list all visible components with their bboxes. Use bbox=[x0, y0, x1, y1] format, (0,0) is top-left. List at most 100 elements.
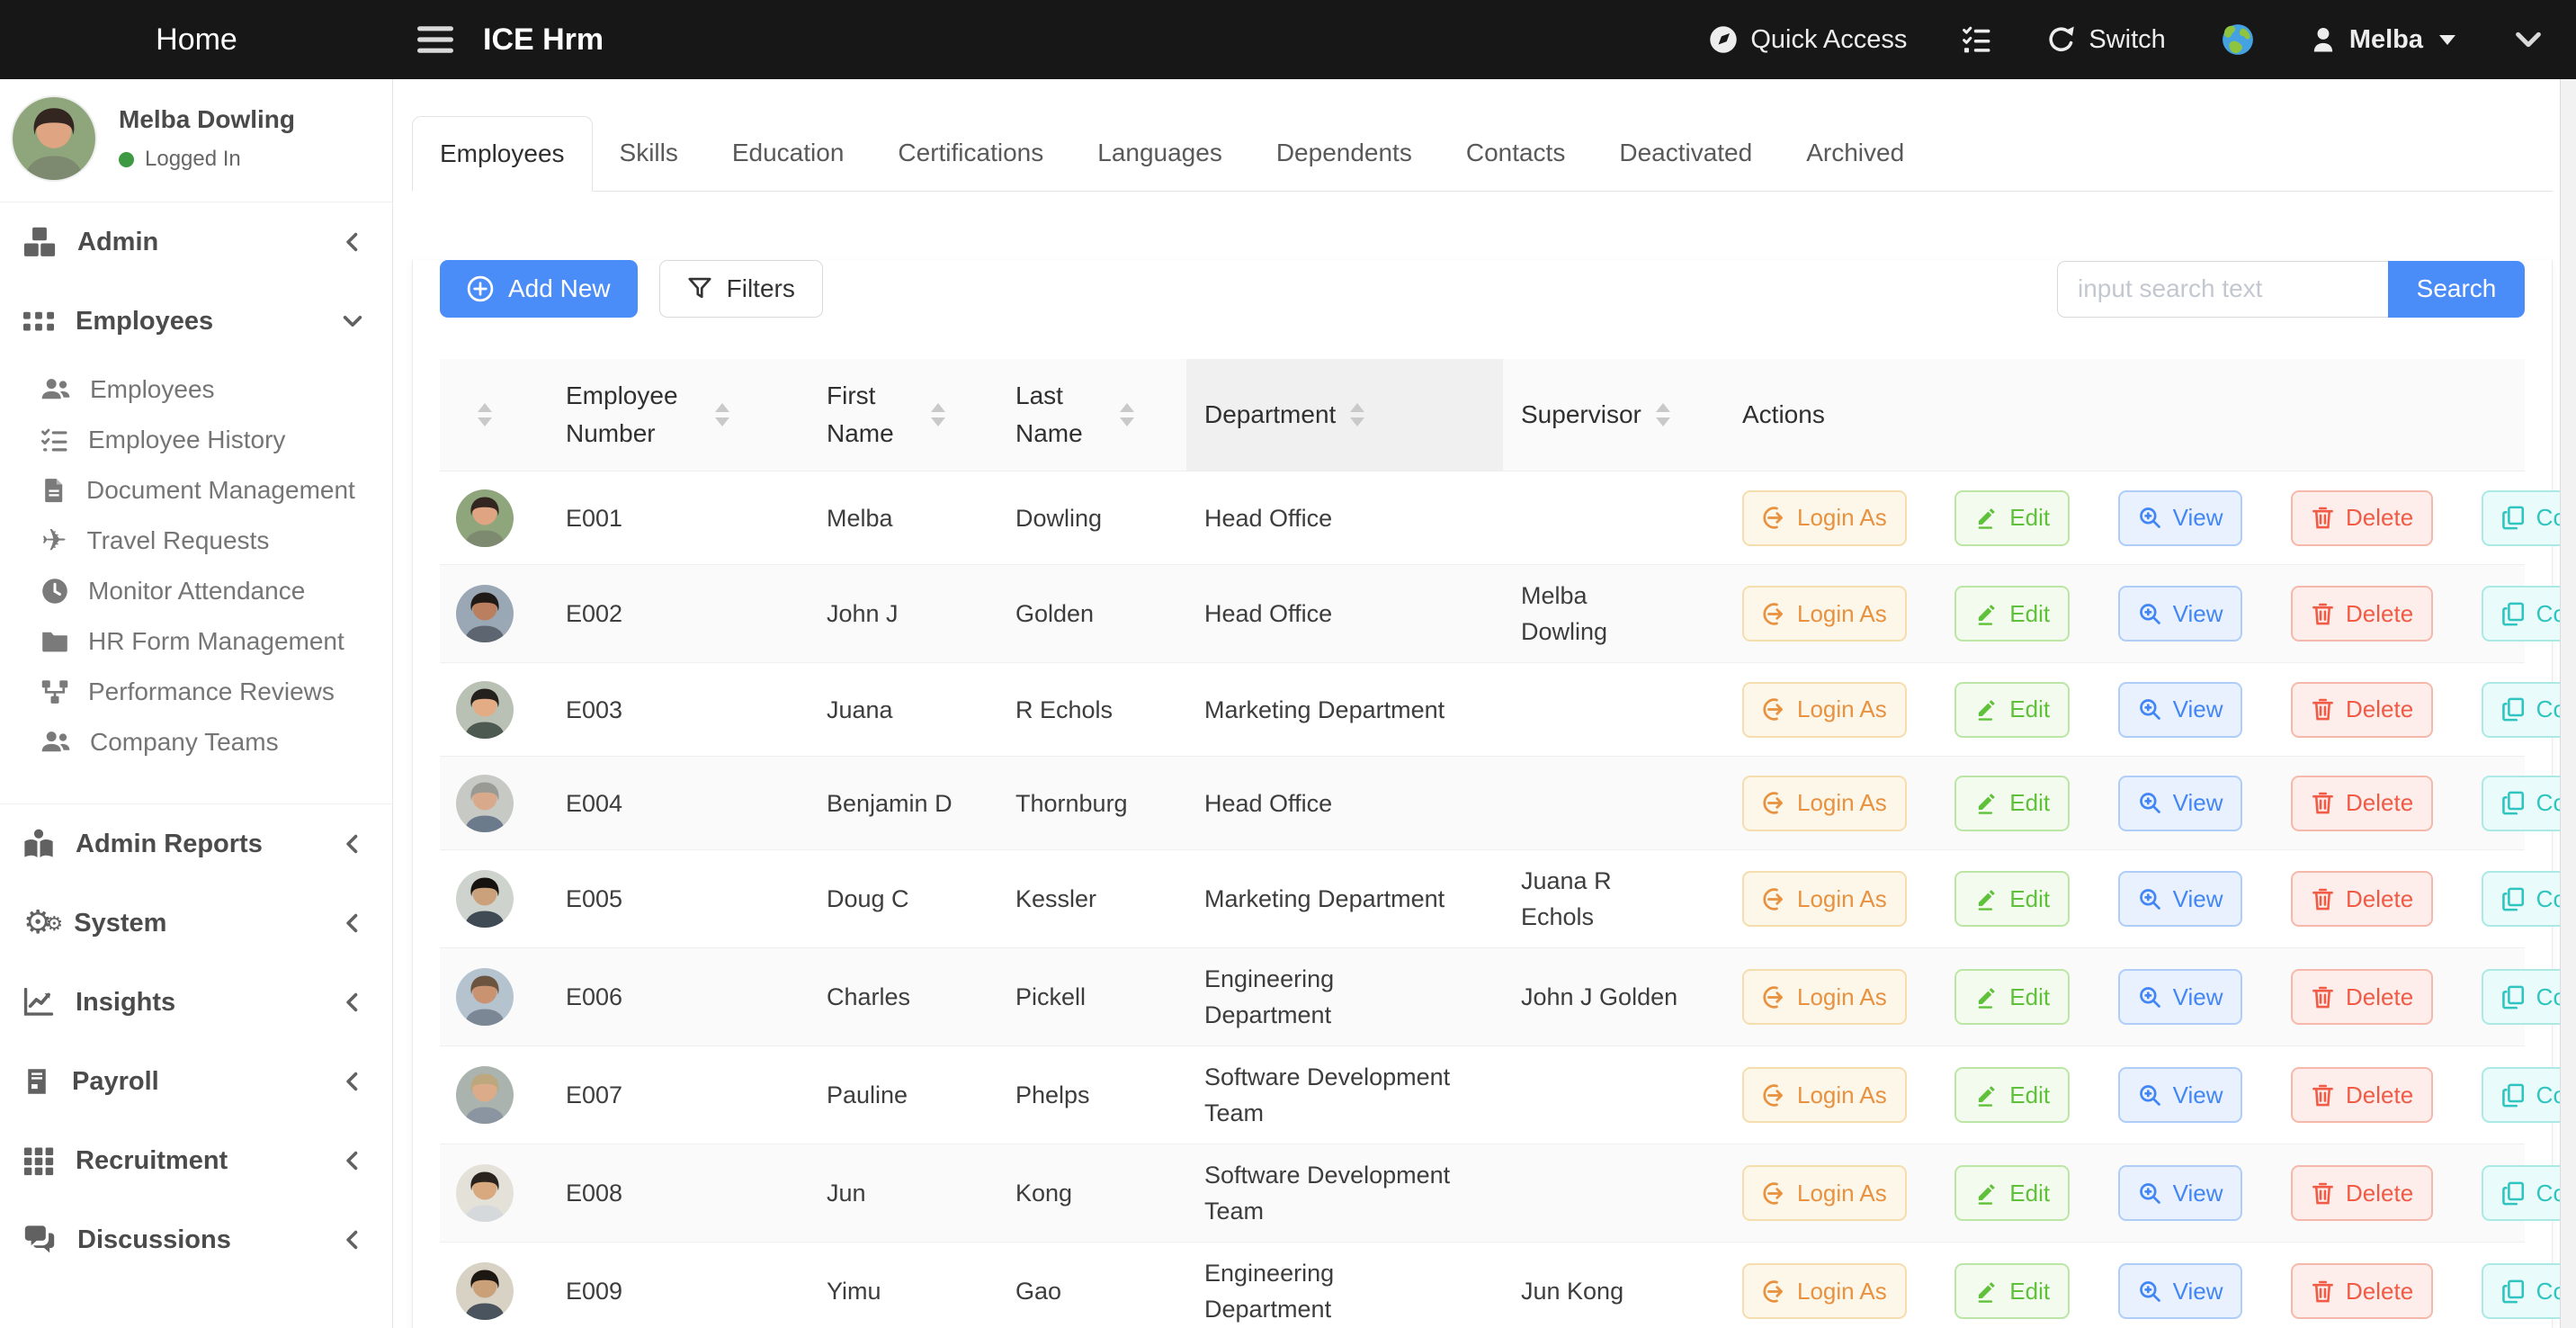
edit-button[interactable]: Edit bbox=[1954, 1067, 2070, 1123]
chevron-left-icon bbox=[340, 831, 365, 857]
delete-button[interactable]: Delete bbox=[2291, 1067, 2433, 1123]
view-button[interactable]: View bbox=[2118, 1263, 2243, 1319]
delete-button[interactable]: Delete bbox=[2291, 490, 2433, 546]
view-button[interactable]: View bbox=[2118, 776, 2243, 831]
search-input[interactable] bbox=[2057, 261, 2388, 318]
tab-contacts[interactable]: Contacts bbox=[1439, 115, 1593, 191]
submenu-item-employee-history[interactable]: Employee History bbox=[0, 415, 392, 465]
login-as-button[interactable]: Login As bbox=[1742, 490, 1907, 546]
submenu-item-monitor-attendance[interactable]: Monitor Attendance bbox=[0, 566, 392, 616]
edit-button[interactable]: Edit bbox=[1954, 1165, 2070, 1221]
login-icon bbox=[1762, 697, 1786, 722]
switch-button[interactable]: Switch bbox=[2047, 25, 2165, 55]
view-button[interactable]: View bbox=[2118, 490, 2243, 546]
sidebar-item-admin-reports[interactable]: Admin Reports bbox=[0, 804, 392, 884]
tasks-button[interactable] bbox=[1963, 25, 1991, 54]
page-scrollbar[interactable] bbox=[2560, 79, 2576, 1328]
tab-employees[interactable]: Employees bbox=[412, 116, 593, 192]
login-as-button[interactable]: Login As bbox=[1742, 586, 1907, 642]
edit-button[interactable]: Edit bbox=[1954, 490, 2070, 546]
view-button[interactable]: View bbox=[2118, 969, 2243, 1025]
sidebar-item-insights[interactable]: Insights bbox=[0, 963, 392, 1042]
navbar-collapse-chevron-icon[interactable] bbox=[2511, 22, 2545, 57]
login-as-button[interactable]: Login As bbox=[1742, 969, 1907, 1025]
login-as-button[interactable]: Login As bbox=[1742, 1263, 1907, 1319]
nav-home-link[interactable]: Home bbox=[156, 22, 237, 58]
login-as-button[interactable]: Login As bbox=[1742, 682, 1907, 738]
language-globe-button[interactable] bbox=[2222, 23, 2254, 56]
search-button[interactable]: Search bbox=[2388, 261, 2525, 318]
column-header-first-name[interactable]: First Name bbox=[800, 359, 988, 471]
sidebar-item-recruitment[interactable]: Recruitment bbox=[0, 1121, 392, 1200]
copy-icon bbox=[2501, 697, 2526, 722]
column-header-avatar[interactable] bbox=[440, 359, 530, 471]
login-as-button[interactable]: Login As bbox=[1742, 1165, 1907, 1221]
supervisor-cell bbox=[1503, 1144, 1728, 1243]
view-button[interactable]: View bbox=[2118, 1067, 2243, 1123]
edit-button[interactable]: Edit bbox=[1954, 1263, 2070, 1319]
tab-education[interactable]: Education bbox=[705, 115, 872, 191]
delete-button[interactable]: Delete bbox=[2291, 776, 2433, 831]
employee-number-cell: E001 bbox=[530, 471, 800, 565]
submenu-item-label: Employee History bbox=[88, 426, 285, 454]
pencil-icon bbox=[1974, 506, 1999, 530]
view-button[interactable]: View bbox=[2118, 682, 2243, 738]
column-header-employee-number[interactable]: Employee Number bbox=[530, 359, 800, 471]
sidebar-item-discussions[interactable]: Discussions bbox=[0, 1200, 392, 1279]
sidebar-item-label: Discussions bbox=[77, 1225, 231, 1255]
view-button[interactable]: View bbox=[2118, 1165, 2243, 1221]
table-row: E001 Melba Dowling Head Office Login As … bbox=[440, 471, 2525, 565]
user-menu[interactable]: Melba bbox=[2310, 25, 2455, 55]
tab-dependents[interactable]: Dependents bbox=[1249, 115, 1439, 191]
quick-access-button[interactable]: Quick Access bbox=[1709, 25, 1907, 55]
department-cell: Head Office bbox=[1186, 565, 1503, 663]
tab-archived[interactable]: Archived bbox=[1779, 115, 1931, 191]
submenu-item-document-management[interactable]: Document Management bbox=[0, 465, 392, 516]
login-icon bbox=[1762, 1181, 1786, 1206]
edit-button[interactable]: Edit bbox=[1954, 586, 2070, 642]
sidebar-item-system[interactable]: ⚙⚙ System bbox=[0, 884, 392, 963]
login-as-button[interactable]: Login As bbox=[1742, 776, 1907, 831]
delete-button[interactable]: Delete bbox=[2291, 1165, 2433, 1221]
sidebar-item-admin[interactable]: Admin bbox=[0, 202, 392, 282]
add-new-button[interactable]: Add New bbox=[440, 260, 638, 318]
delete-button[interactable]: Delete bbox=[2291, 682, 2433, 738]
delete-button[interactable]: Delete bbox=[2291, 586, 2433, 642]
trash-icon bbox=[2311, 1181, 2335, 1206]
sidebar-item-employees[interactable]: Employees bbox=[0, 282, 392, 361]
submenu-item-employees[interactable]: Employees bbox=[0, 364, 392, 415]
view-button[interactable]: View bbox=[2118, 586, 2243, 642]
submenu-item-hr-form-management[interactable]: HR Form Management bbox=[0, 616, 392, 667]
tab-certifications[interactable]: Certifications bbox=[871, 115, 1070, 191]
tab-deactivated[interactable]: Deactivated bbox=[1592, 115, 1779, 191]
tab-skills[interactable]: Skills bbox=[593, 115, 705, 191]
navbar-left: Home bbox=[0, 22, 393, 58]
view-button[interactable]: View bbox=[2118, 871, 2243, 927]
login-icon bbox=[1762, 1083, 1786, 1108]
delete-button[interactable]: Delete bbox=[2291, 969, 2433, 1025]
edit-button[interactable]: Edit bbox=[1954, 969, 2070, 1025]
login-as-button[interactable]: Login As bbox=[1742, 1067, 1907, 1123]
column-header-last-name[interactable]: Last Name bbox=[988, 359, 1186, 471]
submenu-item-performance-reviews[interactable]: Performance Reviews bbox=[0, 667, 392, 717]
column-header-department[interactable]: Department bbox=[1186, 359, 1503, 471]
filters-button[interactable]: Filters bbox=[659, 260, 823, 318]
delete-button[interactable]: Delete bbox=[2291, 1263, 2433, 1319]
edit-button[interactable]: Edit bbox=[1954, 776, 2070, 831]
tab-languages[interactable]: Languages bbox=[1070, 115, 1249, 191]
main-content: Employees Skills Education Certification… bbox=[393, 79, 2576, 1328]
login-as-button[interactable]: Login As bbox=[1742, 871, 1907, 927]
sort-icon bbox=[715, 403, 729, 426]
pencil-icon bbox=[1974, 1279, 1999, 1304]
avatar-cell bbox=[440, 948, 530, 1046]
column-header-supervisor[interactable]: Supervisor bbox=[1503, 359, 1728, 471]
edit-button[interactable]: Edit bbox=[1954, 871, 2070, 927]
hamburger-icon[interactable] bbox=[415, 22, 456, 58]
edit-button[interactable]: Edit bbox=[1954, 682, 2070, 738]
submenu-item-company-teams[interactable]: Company Teams bbox=[0, 717, 392, 767]
status-label: Logged In bbox=[145, 147, 241, 172]
submenu-item-travel-requests[interactable]: ✈ Travel Requests bbox=[0, 516, 392, 566]
delete-button[interactable]: Delete bbox=[2291, 871, 2433, 927]
magnifier-icon bbox=[2138, 985, 2162, 1009]
sidebar-item-payroll[interactable]: Payroll bbox=[0, 1042, 392, 1121]
